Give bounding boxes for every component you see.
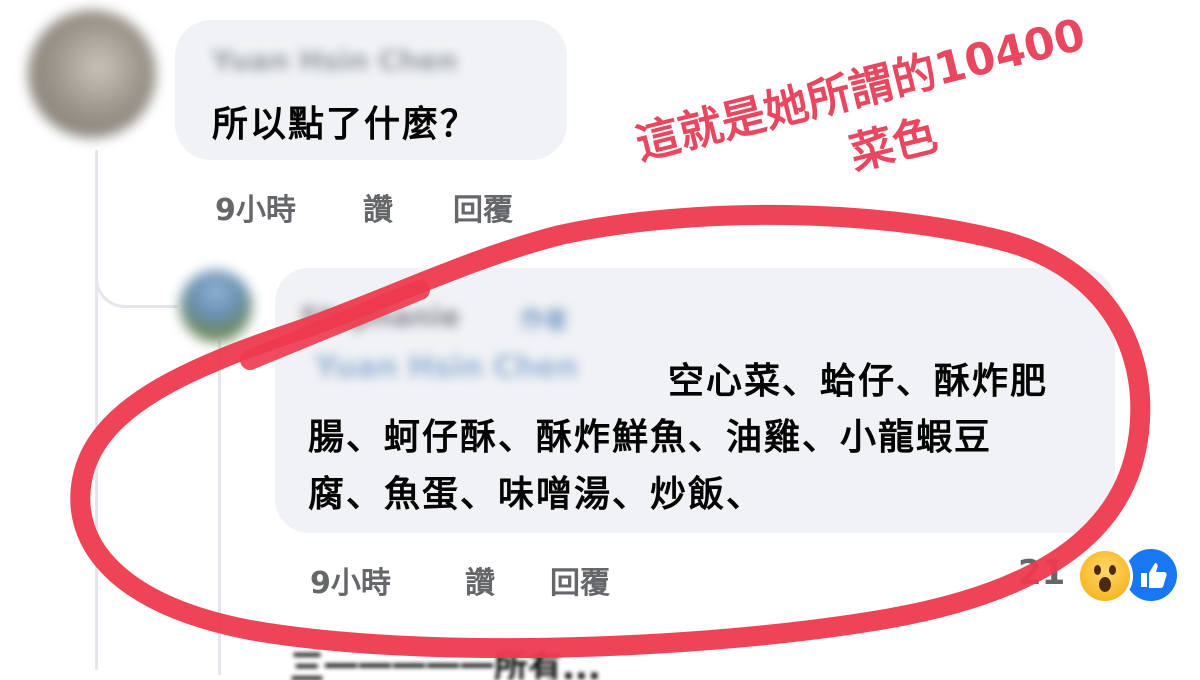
wow-mouth [1099, 577, 1111, 592]
red-circle-annotation [70, 204, 1151, 659]
wow-eye [1094, 565, 1101, 575]
wow-eye [1109, 565, 1116, 575]
wow-icon[interactable] [1077, 548, 1133, 604]
